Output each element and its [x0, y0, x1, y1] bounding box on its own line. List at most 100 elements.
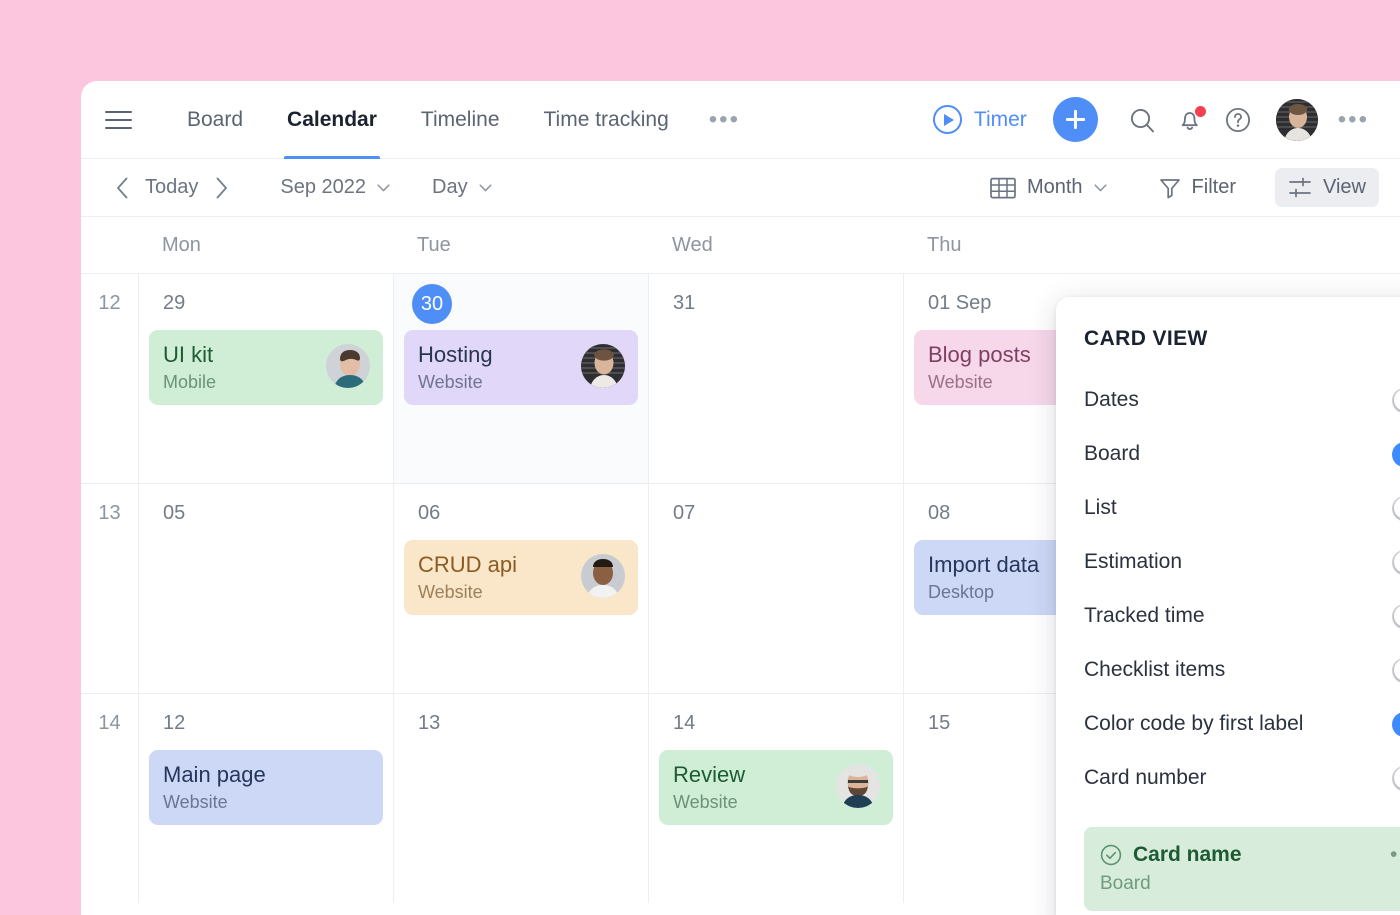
option-label: List	[1084, 496, 1117, 519]
calendar-card[interactable]: UI kit Mobile	[149, 330, 383, 405]
calendar-day-cell[interactable]: 05	[138, 484, 393, 693]
toggle-estimation[interactable]	[1392, 549, 1400, 575]
period-label: Sep 2022	[280, 176, 367, 198]
calendar-day-cell[interactable]: 29 UI kit Mobile	[138, 274, 393, 483]
chevron-down-icon	[1093, 183, 1107, 191]
zoom-selector[interactable]: Day	[432, 176, 492, 199]
add-button[interactable]	[1052, 97, 1098, 142]
preview-card-more-icon[interactable]: •••	[1390, 844, 1400, 865]
funnel-icon	[1159, 178, 1180, 198]
help-icon[interactable]	[1214, 96, 1262, 144]
play-circle-icon	[932, 105, 962, 134]
tab-calendar-label: Calendar	[287, 107, 377, 131]
tab-board-label: Board	[187, 107, 244, 131]
assignee-avatar[interactable]	[836, 764, 880, 808]
week-number: 12	[98, 292, 121, 314]
option-row-estimation[interactable]: Estimation	[1084, 535, 1400, 589]
calendar-card[interactable]: Main page Website	[149, 750, 383, 825]
top-bar-more-icon[interactable]: •••	[1328, 107, 1377, 131]
day-number: 31	[673, 292, 696, 314]
next-period-icon[interactable]	[204, 171, 238, 205]
assignee-avatar[interactable]	[581, 344, 625, 388]
calendar-card[interactable]: Review Website	[659, 750, 893, 825]
card-preview: Card name ••• Board	[1084, 827, 1400, 911]
calendar-day-headers: Mon Tue Wed Thu	[81, 217, 1400, 273]
toggle-list[interactable]	[1392, 495, 1400, 521]
calendar-day-cell[interactable]: 06 CRUD api Website	[393, 484, 648, 693]
day-number: 29	[163, 292, 186, 314]
calendar-card[interactable]: Hosting Website	[404, 330, 638, 405]
view-tabs: Board Calendar Timeline Time tracking ••…	[165, 81, 754, 159]
day-number: 12	[163, 712, 186, 734]
tab-time-tracking[interactable]: Time tracking	[522, 81, 691, 158]
search-icon[interactable]	[1118, 96, 1166, 144]
tabs-overflow-icon[interactable]: •••	[691, 107, 754, 131]
grid-icon	[990, 177, 1016, 198]
toggle-dates[interactable]	[1392, 387, 1400, 413]
sliders-icon	[1289, 177, 1311, 197]
calendar-day-cell[interactable]: 07	[648, 484, 903, 693]
week-number: 13	[98, 502, 121, 524]
assignee-avatar[interactable]	[326, 344, 370, 388]
option-label: Tracked time	[1084, 604, 1205, 627]
view-label: View	[1323, 176, 1366, 198]
option-row-card-number[interactable]: Card number	[1084, 751, 1400, 805]
chevron-down-icon	[479, 183, 492, 191]
zoom-label: Day	[432, 176, 468, 198]
toggle-board[interactable]	[1392, 441, 1400, 467]
timer-label: Timer	[973, 107, 1027, 131]
calendar-day-cell[interactable]: 13	[393, 694, 648, 903]
option-row-dates[interactable]: Dates	[1084, 373, 1400, 427]
tab-timeline[interactable]: Timeline	[399, 81, 522, 158]
notification-badge	[1194, 105, 1206, 117]
day-number-today: 30	[412, 284, 452, 324]
preview-card-subtitle: Board	[1100, 873, 1151, 894]
toggle-checklist-items[interactable]	[1392, 657, 1400, 683]
app-window: Board Calendar Timeline Time tracking ••…	[81, 81, 1400, 915]
option-row-board[interactable]: Board	[1084, 427, 1400, 481]
toggle-color-code[interactable]	[1392, 711, 1400, 737]
top-navigation-bar: Board Calendar Timeline Time tracking ••…	[81, 81, 1400, 159]
day-header-mon: Mon	[162, 233, 201, 256]
card-view-panel: CARD VIEW Dates Board List Estimation Tr…	[1056, 297, 1400, 915]
option-label: Color code by first label	[1084, 712, 1304, 735]
calendar-day-cell[interactable]: 31	[648, 274, 903, 483]
day-header-tue: Tue	[417, 233, 451, 256]
option-row-checklist-items[interactable]: Checklist items	[1084, 643, 1400, 697]
view-button[interactable]: View	[1275, 168, 1379, 207]
tab-board[interactable]: Board	[165, 81, 265, 158]
day-header-wed: Wed	[672, 233, 713, 256]
option-row-list[interactable]: List	[1084, 481, 1400, 535]
period-selector[interactable]: Sep 2022	[280, 176, 390, 199]
calendar-day-cell[interactable]: 14 Review Website	[648, 694, 903, 903]
filter-button[interactable]: Filter	[1146, 168, 1249, 207]
day-number: 06	[418, 502, 441, 524]
panel-title: CARD VIEW	[1084, 327, 1208, 350]
calendar-card[interactable]: CRUD api Website	[404, 540, 638, 615]
day-number: 14	[673, 712, 696, 734]
toggle-tracked-time[interactable]	[1392, 603, 1400, 629]
calendar-toolbar: Today Sep 2022 Day Month Filter View	[81, 159, 1400, 217]
today-button[interactable]: Today	[145, 176, 198, 199]
option-row-tracked-time[interactable]: Tracked time	[1084, 589, 1400, 643]
day-number: 07	[673, 502, 696, 524]
hamburger-menu-icon[interactable]	[105, 105, 135, 135]
check-circle-icon	[1100, 844, 1122, 866]
timer-button[interactable]: Timer	[932, 105, 1027, 134]
day-number: 05	[163, 502, 186, 524]
toggle-card-number[interactable]	[1392, 765, 1400, 791]
user-avatar[interactable]	[1275, 98, 1318, 141]
filter-label: Filter	[1191, 176, 1236, 198]
calendar-day-cell[interactable]: 30 Hosting Website	[393, 274, 648, 483]
month-selector[interactable]: Month	[977, 168, 1120, 207]
option-row-color-code[interactable]: Color code by first label	[1084, 697, 1400, 751]
assignee-avatar[interactable]	[581, 554, 625, 598]
option-label: Board	[1084, 442, 1141, 465]
week-number: 14	[98, 712, 121, 734]
prev-period-icon[interactable]	[105, 171, 139, 205]
top-bar-actions: Timer •••	[932, 96, 1377, 144]
tab-calendar[interactable]: Calendar	[265, 81, 399, 159]
calendar-day-cell[interactable]: 12 Main page Website	[138, 694, 393, 903]
tab-time-tracking-label: Time tracking	[543, 107, 669, 131]
notifications-icon[interactable]	[1166, 96, 1214, 144]
